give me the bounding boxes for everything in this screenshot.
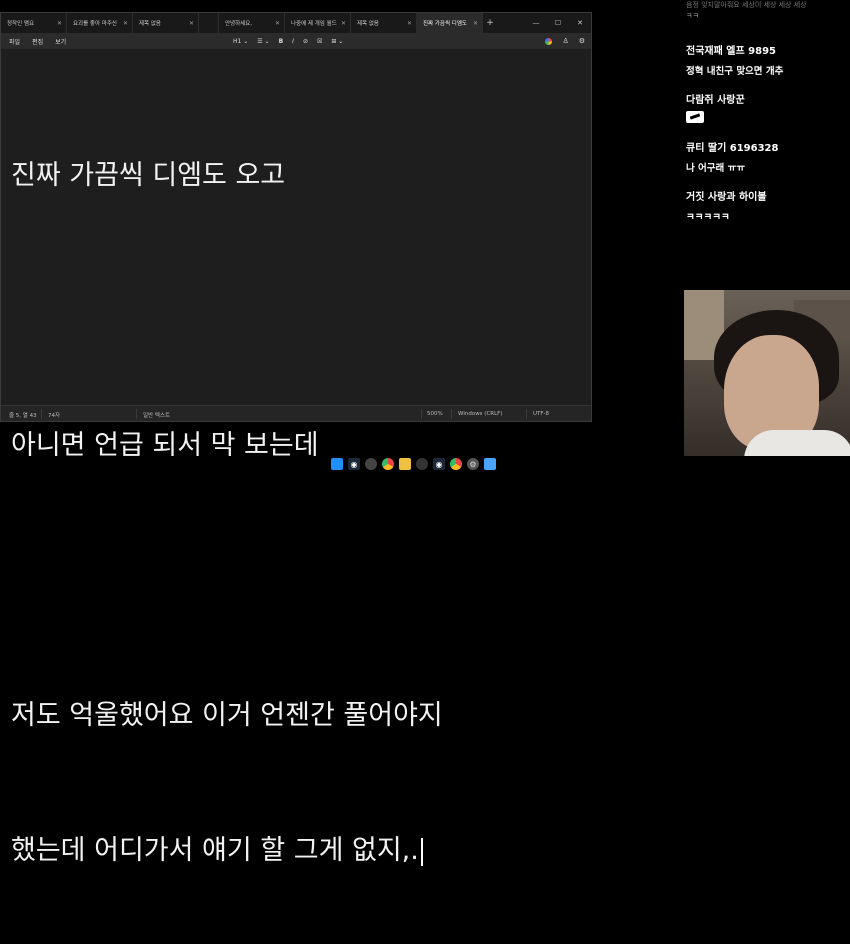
editor-line: 했는데 어디가서 얘기 할 그게 없지,.	[11, 835, 419, 866]
close-icon[interactable]: ✕	[341, 20, 346, 27]
chat-text: ㅋㅋㅋㅋㅋ	[686, 212, 730, 223]
format-toolbar: H1 ⌄ ☰ ⌄ B I ⊘ ☒ ⊞ ⌄	[233, 33, 343, 49]
emote-icon	[686, 111, 704, 123]
chrome-icon[interactable]	[382, 458, 394, 470]
steam-icon[interactable]: ◉	[433, 458, 445, 470]
divider	[451, 409, 452, 419]
chat-icon[interactable]	[365, 458, 377, 470]
chrome-icon[interactable]	[450, 458, 462, 470]
tab-label: 진짜 가끔씩 디엠도	[423, 21, 467, 27]
chat-username: 전국재패 엘프 9895	[686, 46, 776, 57]
divider	[526, 409, 527, 419]
chat-message: 거짓 사랑과 하이볼 ㅋㅋㅋㅋㅋ	[686, 188, 850, 223]
menu-view[interactable]: 보기	[55, 37, 66, 46]
chat-text: 정혁 내친구 맞으면 개추	[686, 66, 784, 77]
zoom-level[interactable]: 500%	[427, 411, 443, 417]
menu-edit[interactable]: 편집	[32, 37, 43, 46]
status-bar: 줄 5, 열 43 74자 일반 텍스트 500% Windows (CRLF)…	[1, 405, 591, 421]
obs-icon[interactable]	[416, 458, 428, 470]
close-icon[interactable]: ✕	[275, 20, 280, 27]
italic-button[interactable]: I	[292, 38, 294, 45]
editor-line-last: 했는데 어디가서 얘기 할 그게 없지,.	[11, 828, 591, 873]
windows-icon[interactable]	[331, 458, 343, 470]
text-editor[interactable]: 진짜 가끔씩 디엠도 오고 아니면 언급 되서 막 보는데 저도 억울했어요 이…	[1, 49, 591, 866]
link-icon[interactable]: ⊘	[303, 38, 308, 45]
tab-3[interactable]: 제목 없음 ✕	[133, 13, 199, 33]
chat-message: 전국재패 엘프 9895 정혁 내친구 맞으면 개추	[686, 42, 850, 77]
menu-bar: 파일 편집 보기 H1 ⌄ ☰ ⌄ B I ⊘ ☒ ⊞ ⌄ ♙ ⚙	[1, 33, 591, 49]
tab-label: 제목 없음	[357, 21, 379, 27]
text-format: 일반 텍스트	[143, 413, 171, 419]
close-window-button[interactable]: ✕	[569, 19, 591, 27]
close-icon[interactable]: ✕	[123, 20, 128, 27]
copilot-icon[interactable]	[545, 37, 553, 45]
divider	[41, 409, 42, 419]
close-icon[interactable]: ✕	[189, 20, 194, 27]
menu-file[interactable]: 파일	[9, 37, 20, 46]
tab-6[interactable]: 나중에 제 개임 월드 ✕	[285, 13, 351, 33]
list-dropdown[interactable]: ☰ ⌄	[257, 38, 269, 45]
chat-username: 다람쥐 사랑꾼	[686, 95, 745, 106]
tab-active[interactable]: 진짜 가끔씩 디엠도 ✕	[417, 13, 483, 33]
close-icon[interactable]: ✕	[407, 20, 412, 27]
tab-label: 안녕하세요,	[225, 21, 253, 27]
chat-message: 다람쥐 사랑꾼	[686, 91, 850, 123]
chat-message: 큐티 딸기 6196328 나 어구래 ㅠㅠ	[686, 139, 850, 174]
editor-line: 저도 억울했어요 이거 언젠간 풀어야지	[11, 700, 443, 731]
chat-faded-line: 음정 잊지말아줘요 세상이 세상 세상 세상	[686, 1, 807, 9]
line-ending: Windows (CRLF)	[458, 411, 503, 417]
stream-chat-overlay: 음정 잊지말아줘요 세상이 세상 세상 세상 ㅋㅋ 전국재패 엘프 9895 정…	[686, 0, 850, 280]
heading-dropdown[interactable]: H1 ⌄	[233, 38, 248, 45]
file-explorer-icon[interactable]	[399, 458, 411, 470]
char-count: 74자	[48, 413, 61, 419]
notepad-icon[interactable]	[484, 458, 496, 470]
close-icon[interactable]: ✕	[473, 20, 478, 27]
steam-icon[interactable]: ◉	[348, 458, 360, 470]
encoding: UTF-8	[533, 411, 550, 417]
chat-text: 나 어구래 ㅠㅠ	[686, 163, 746, 174]
minimize-button[interactable]: —	[525, 19, 547, 27]
tab-bar: 정작인 맴요 ✕ 요괴를 좋아 마주신 ✕ 제목 없음 ✕ 안녕하세요, ✕ 나중에 제…	[1, 13, 591, 33]
notepad-window: 정작인 맴요 ✕ 요괴를 좋아 마주신 ✕ 제목 없음 ✕ 안녕하세요, ✕ 나중에 제…	[0, 12, 592, 866]
tab-label: 정작인 맴요	[7, 21, 35, 27]
taskbar-icons: ◉ ◉ ⚙	[331, 458, 496, 470]
chat-username: 큐티 딸기 6196328	[686, 143, 779, 154]
tab-label: 나중에 제 개임 월드	[291, 21, 337, 27]
tab-label: 요괴를 좋아 마주신	[73, 21, 117, 27]
tab-7[interactable]: 제목 없음 ✕	[351, 13, 417, 33]
maximize-button[interactable]: ☐	[547, 19, 569, 27]
bold-button[interactable]: B	[279, 38, 284, 45]
clear-format-icon[interactable]: ☒	[317, 38, 322, 45]
cursor-position: 줄 5, 열 43	[9, 413, 37, 419]
tab-1[interactable]: 정작인 맴요 ✕	[1, 13, 67, 33]
taskbar: ◉ ◉ ⚙	[0, 456, 850, 472]
editor-line: 진짜 가끔씩 디엠도 오고	[11, 160, 286, 191]
toolbar-right: ♙ ⚙	[545, 33, 585, 49]
tab-label: 제목 없음	[139, 21, 161, 27]
table-dropdown[interactable]: ⊞ ⌄	[331, 38, 343, 45]
chat-username: 거짓 사랑과 하이볼	[686, 192, 767, 203]
text-caret	[420, 837, 423, 866]
webcam-feed	[684, 290, 850, 472]
close-icon[interactable]: ✕	[57, 20, 62, 27]
person-icon[interactable]: ♙	[562, 37, 568, 45]
divider	[136, 409, 137, 419]
tab-4[interactable]	[199, 13, 219, 33]
settings-icon[interactable]: ⚙	[467, 458, 479, 470]
gear-icon[interactable]: ⚙	[579, 37, 585, 45]
chat-line: ㅋㅋ	[686, 12, 699, 20]
divider	[421, 409, 422, 419]
tab-5[interactable]: 안녕하세요, ✕	[219, 13, 285, 33]
new-tab-button[interactable]: +	[483, 18, 497, 28]
tab-2[interactable]: 요괴를 좋아 마주신 ✕	[67, 13, 133, 33]
window-controls: — ☐ ✕	[525, 19, 591, 27]
